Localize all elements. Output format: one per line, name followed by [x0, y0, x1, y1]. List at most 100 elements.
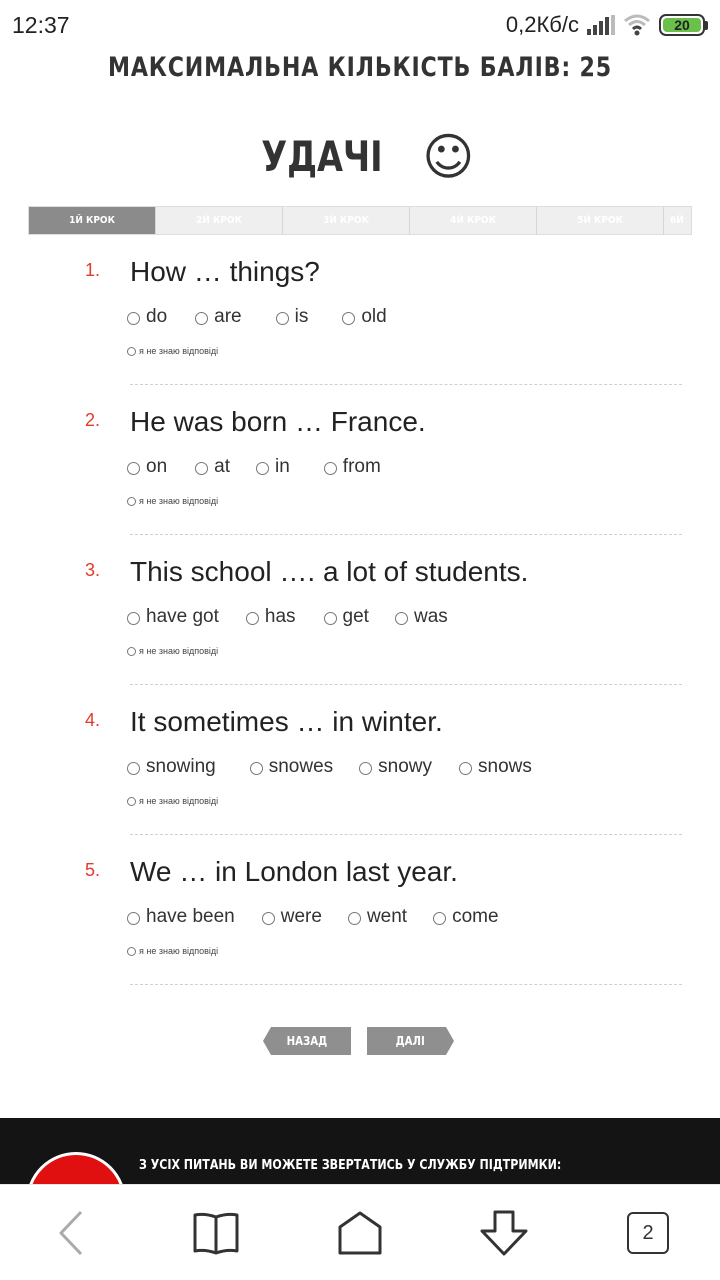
question-number: 1.: [85, 260, 101, 280]
radio-circle[interactable]: [394, 611, 408, 625]
dont-know-label: я не знаю відповіді: [139, 796, 219, 806]
option-radio[interactable]: have been: [127, 906, 235, 928]
option-label: do: [146, 306, 168, 327]
step-3[interactable]: 3й крок: [283, 207, 410, 234]
home-icon[interactable]: [332, 1207, 388, 1259]
radio-circle[interactable]: [127, 311, 140, 325]
step-5[interactable]: 5й крок: [537, 207, 664, 234]
divider: [130, 534, 682, 535]
option-radio[interactable]: has: [245, 606, 296, 628]
step-6[interactable]: 6й: [664, 207, 691, 234]
radio-circle[interactable]: [275, 311, 289, 325]
question-text: He was born … France.: [130, 406, 426, 437]
radio-circle[interactable]: [127, 611, 140, 625]
option-radio[interactable]: come: [433, 906, 499, 928]
option-label: have been: [146, 906, 235, 927]
divider: [130, 384, 682, 385]
option-label: were: [280, 906, 322, 927]
dont-know-option[interactable]: я не знаю відповіді: [127, 346, 218, 356]
option-radio[interactable]: in: [256, 456, 290, 478]
radio-circle[interactable]: [127, 461, 140, 475]
question-number: 4.: [85, 710, 101, 730]
option-radio[interactable]: at: [195, 456, 230, 478]
next-button-label: ДАЛІ: [395, 1034, 426, 1048]
dont-know-option[interactable]: я не знаю відповіді: [127, 496, 218, 506]
step-4[interactable]: 4й крок: [410, 207, 537, 234]
radio-circle[interactable]: [342, 311, 356, 325]
option-label: are: [214, 306, 242, 327]
dont-know-label: я не знаю відповіді: [139, 946, 219, 956]
radio-circle[interactable]: [127, 796, 136, 806]
next-button[interactable]: ДАЛІ: [367, 1027, 454, 1055]
radio-circle[interactable]: [433, 911, 447, 925]
answer-options: on at in from: [127, 456, 409, 478]
option-label: has: [264, 606, 296, 627]
dont-know-label: я не знаю відповіді: [139, 346, 219, 356]
signal-icon: [587, 15, 615, 35]
dont-know-label: я не знаю відповіді: [139, 646, 219, 656]
option-label: snows: [478, 756, 532, 777]
question-5: 5. We … in London last year. have been w…: [0, 836, 720, 986]
divider: [130, 684, 682, 685]
option-radio[interactable]: was: [394, 606, 448, 628]
option-label: is: [294, 306, 309, 327]
option-radio[interactable]: snowes: [249, 756, 333, 778]
option-radio[interactable]: is: [275, 306, 309, 328]
option-radio[interactable]: have got: [127, 606, 219, 628]
option-radio[interactable]: snowing: [127, 756, 216, 778]
radio-circle[interactable]: [127, 646, 136, 656]
question-text: We … in London last year.: [130, 856, 458, 887]
radio-circle[interactable]: [249, 761, 263, 775]
status-right: 0,2Кб/с 20: [506, 12, 708, 38]
back-arrow-icon[interactable]: [44, 1207, 100, 1259]
option-radio[interactable]: get: [323, 606, 369, 628]
radio-circle[interactable]: [459, 761, 472, 775]
radio-circle[interactable]: [323, 461, 337, 475]
dont-know-option[interactable]: я не знаю відповіді: [127, 796, 218, 806]
bookmarks-book-icon[interactable]: [188, 1207, 244, 1259]
step-2[interactable]: 2й крок: [156, 207, 283, 234]
radio-circle[interactable]: [245, 611, 259, 625]
steps-progress-bar: 1й крок 2й крок 3й крок 4й крок 5й крок …: [28, 206, 692, 235]
radio-circle[interactable]: [127, 346, 136, 356]
support-footer: З УСІХ ПИТАНЬ ВИ МОЖЕТЕ ЗВЕРТАТИСЬ У СЛУ…: [0, 1118, 720, 1188]
option-radio[interactable]: snows: [459, 756, 532, 778]
option-radio[interactable]: were: [261, 906, 322, 928]
option-radio[interactable]: old: [342, 306, 387, 328]
battery-icon: 20: [659, 14, 708, 36]
radio-circle[interactable]: [127, 911, 140, 925]
max-score-title: МАКСИМАЛЬНА КІЛЬКІСТЬ БАЛІВ: 25: [107, 52, 613, 83]
radio-circle[interactable]: [127, 496, 136, 506]
radio-circle[interactable]: [347, 911, 361, 925]
option-radio[interactable]: are: [195, 306, 242, 328]
dont-know-option[interactable]: я не знаю відповіді: [127, 946, 218, 956]
radio-circle[interactable]: [127, 946, 136, 956]
answer-options: have been were went come: [127, 906, 527, 928]
option-radio[interactable]: do: [127, 306, 167, 328]
option-radio[interactable]: snowy: [359, 756, 432, 778]
option-radio[interactable]: on: [127, 456, 167, 478]
option-label: snowing: [146, 756, 216, 777]
answer-options: have got has get was: [127, 606, 476, 628]
status-bar: 12:37 0,2Кб/с 20: [0, 0, 720, 50]
tabs-button[interactable]: 2: [620, 1207, 676, 1259]
radio-circle[interactable]: [359, 761, 373, 775]
option-radio[interactable]: went: [347, 906, 407, 928]
option-label: get: [342, 606, 369, 627]
option-radio[interactable]: from: [323, 456, 381, 478]
step-1[interactable]: 1й крок: [29, 207, 156, 234]
radio-circle[interactable]: [261, 911, 275, 925]
radio-circle[interactable]: [323, 611, 337, 625]
dont-know-option[interactable]: я не знаю відповіді: [127, 646, 218, 656]
option-label: old: [361, 306, 387, 327]
download-icon[interactable]: [476, 1207, 532, 1259]
back-button[interactable]: НАЗАД: [263, 1027, 351, 1055]
option-label: was: [413, 606, 448, 627]
network-speed: 0,2Кб/с: [505, 12, 579, 37]
radio-circle[interactable]: [127, 761, 140, 775]
radio-circle[interactable]: [195, 461, 209, 475]
radio-circle[interactable]: [195, 311, 209, 325]
radio-circle[interactable]: [256, 461, 269, 475]
back-button-label: НАЗАД: [286, 1034, 328, 1048]
question-3: 3. This school …. a lot of students. hav…: [0, 536, 720, 686]
